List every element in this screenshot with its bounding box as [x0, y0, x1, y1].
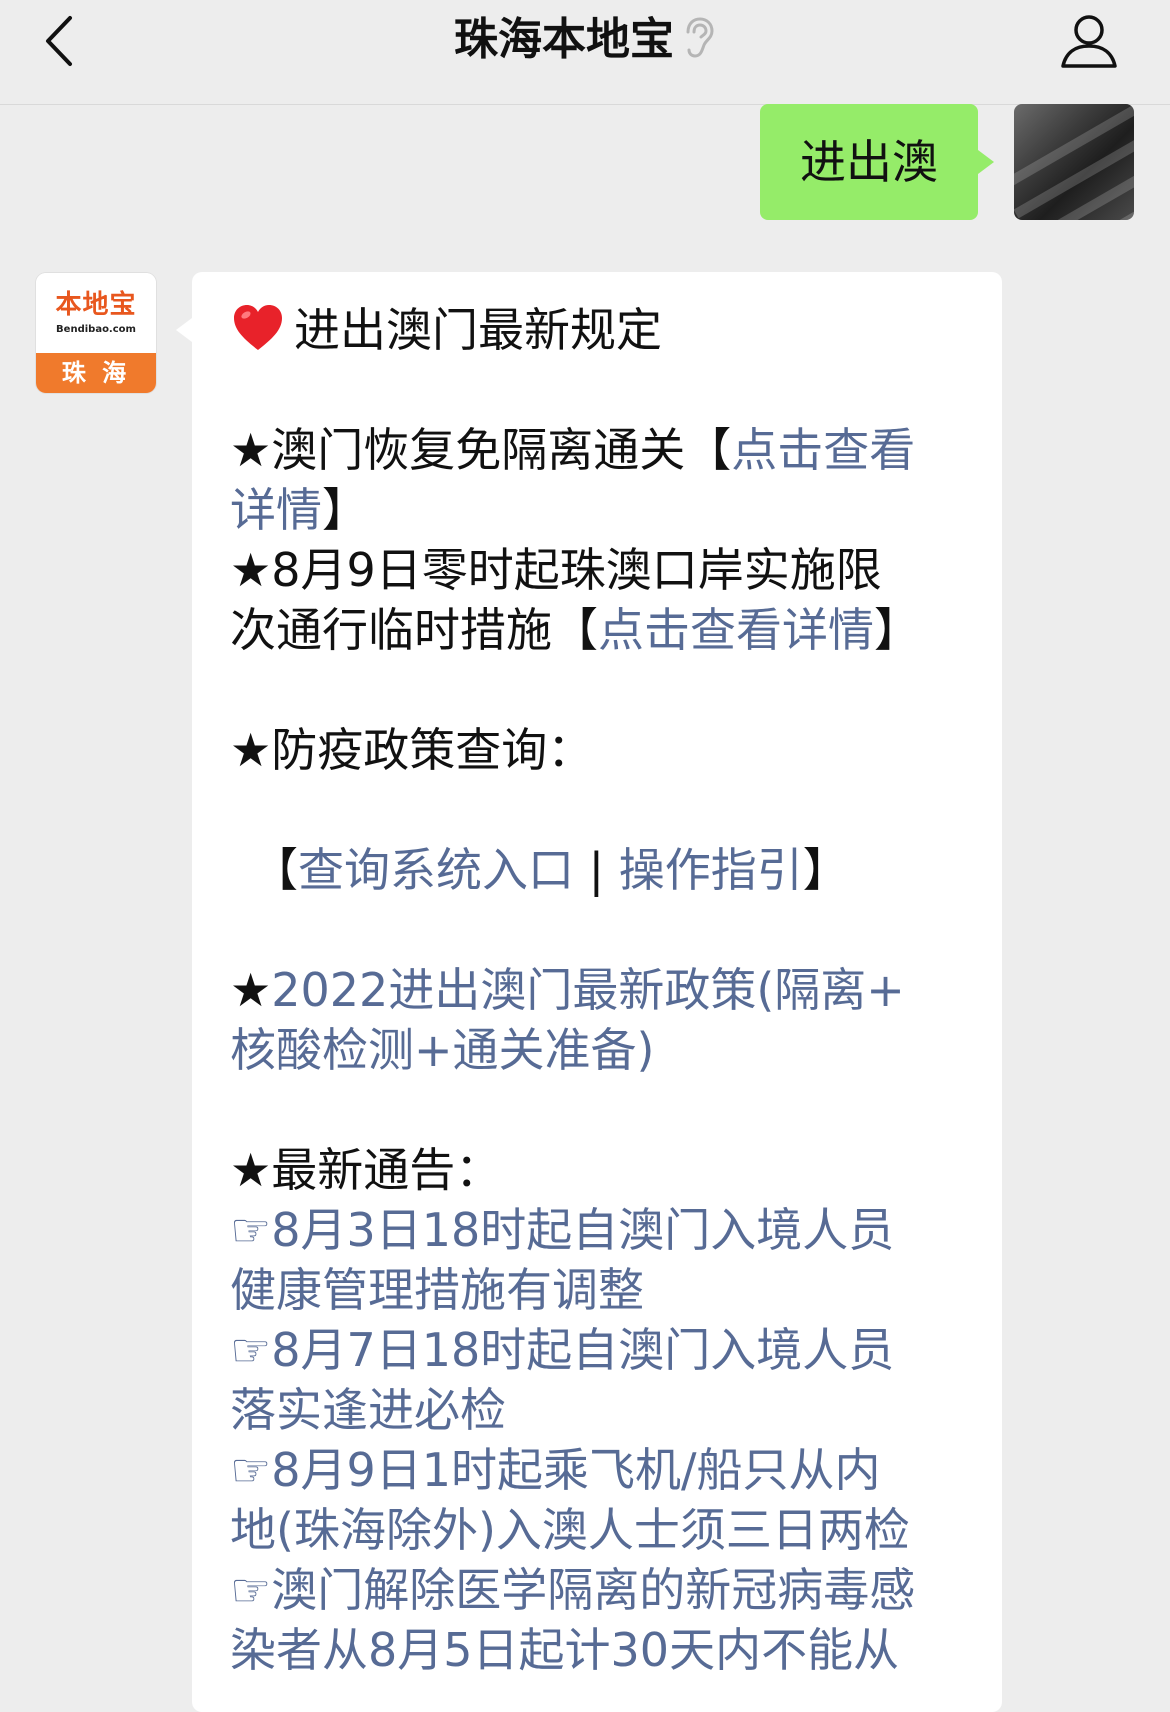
user-avatar[interactable] [1014, 104, 1134, 220]
item1-line2: 详情】 [230, 480, 970, 540]
notice-heading: ★最新通告： [230, 1143, 502, 1197]
account-avatar[interactable]: 本地宝 Bendibao.com 珠 海 [36, 273, 156, 393]
top-bar: 珠海本地宝 [0, 0, 1170, 105]
item1-details-link-a[interactable]: 点击查看 [731, 423, 915, 477]
sent-message-bubble[interactable]: 进出澳 [760, 104, 994, 220]
message-body: 进出澳门最新规定 ★澳门恢复免隔离通关【点击查看 详情】 ★8月9日零时起珠澳口… [230, 300, 970, 1680]
query-open-bracket: 【 [252, 843, 298, 897]
query-separator: | [574, 843, 619, 897]
received-message-bubble: 进出澳门最新规定 ★澳门恢复免隔离通关【点击查看 详情】 ★8月9日零时起珠澳口… [176, 272, 1002, 1712]
item2-line1: ★8月9日零时起珠澳口岸实施限 [230, 543, 882, 597]
notice-2-line2[interactable]: 落实逢进必检 [230, 1380, 970, 1440]
notice-4-line1[interactable]: ☞澳门解除医学隔离的新冠病毒感 [230, 1560, 970, 1620]
policy-2022-link-b[interactable]: 核酸检测+通关准备) [230, 1023, 655, 1077]
item1-line1: ★澳门恢复免隔离通关【点击查看 [230, 420, 970, 480]
notice-1-line1[interactable]: ☞8月3日18时起自澳门入境人员 [230, 1200, 970, 1260]
red-heart-icon [234, 305, 282, 350]
notice-2-line1[interactable]: ☞8月7日18时起自澳门入境人员 [230, 1320, 970, 1380]
policy-query-heading: ★防疫政策查询： [230, 723, 594, 777]
item2-details-link[interactable]: 点击查看详情 [598, 603, 874, 657]
policy-2022-star: ★ [230, 963, 272, 1017]
logo-top: 本地宝 Bendibao.com [36, 273, 156, 353]
notice-4-line2[interactable]: 染者从8月5日起计30天内不能从 [230, 1620, 970, 1680]
notice-1-line2[interactable]: 健康管理措施有调整 [230, 1260, 970, 1320]
item1-details-link-b[interactable]: 详情 [230, 483, 322, 537]
message-heading-line: 进出澳门最新规定 [230, 300, 970, 360]
notice-3-line2[interactable]: 地(珠海除外)入澳人士须三日两检 [230, 1500, 970, 1560]
operation-guide-link[interactable]: 操作指引 [619, 843, 803, 897]
logo-domain-text: Bendibao.com [56, 324, 136, 335]
policy-2022-link-a[interactable]: 2022进出澳门最新政策(隔离+ [271, 963, 905, 1017]
chat-title-text: 珠海本地宝 [454, 14, 674, 65]
policy-2022-line2: 核酸检测+通关准备) [230, 1020, 970, 1080]
query-close-bracket: 】 [802, 843, 849, 897]
notice-3-line1[interactable]: ☞8月9日1时起乘飞机/船只从内 [230, 1440, 970, 1500]
message-heading: 进出澳门最新规定 [294, 303, 662, 357]
policy-query-links: 【查询系统入口 | 操作指引】 [230, 840, 970, 900]
logo-city-text: 珠 海 [36, 353, 156, 393]
item2-line2: 次通行临时措施【点击查看详情】 [230, 600, 970, 660]
query-system-link[interactable]: 查询系统入口 [298, 843, 574, 897]
earpiece-mode-icon [686, 17, 714, 58]
sent-message-text: 进出澳 [800, 135, 938, 189]
item2-prefix: 次通行临时措施【 [230, 603, 598, 657]
item1-prefix: ★澳门恢复免隔离通关【 [230, 423, 732, 477]
profile-icon[interactable] [1058, 10, 1120, 72]
chat-title: 珠海本地宝 [0, 10, 1170, 70]
item2-suffix: 】 [874, 603, 920, 657]
logo-brand-text: 本地宝 [55, 290, 137, 320]
policy-2022-line1: ★2022进出澳门最新政策(隔离+ [230, 960, 970, 1020]
item1-suffix: 】 [322, 483, 368, 537]
